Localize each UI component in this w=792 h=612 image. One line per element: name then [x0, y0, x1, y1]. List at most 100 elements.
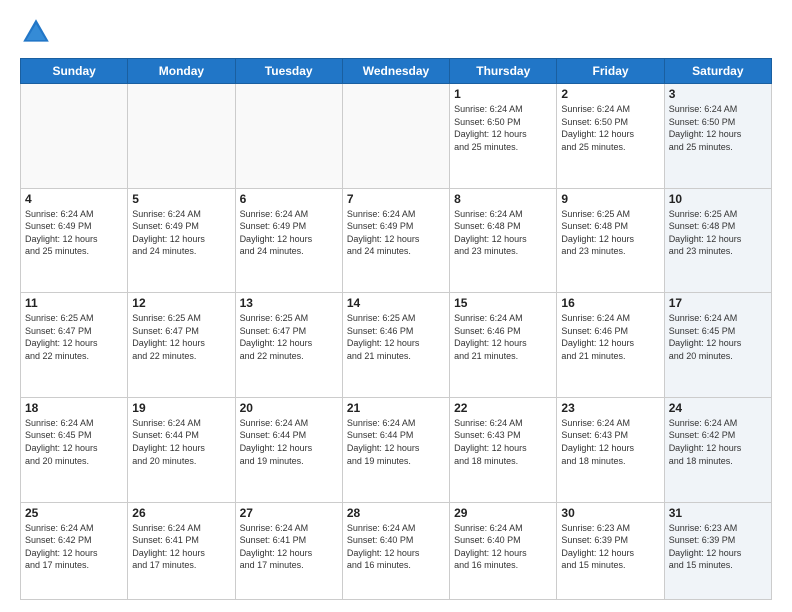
day-number: 19 — [132, 401, 230, 415]
calendar-cell: 10Sunrise: 6:25 AM Sunset: 6:48 PM Dayli… — [664, 188, 771, 293]
calendar-week-row: 25 Sunrise: 6:24 AM Sunset: 6:42 PM Dayli… — [21, 502, 772, 600]
calendar-cell: 5 Sunrise: 6:24 AM Sunset: 6:49 PM Daylig… — [128, 188, 235, 293]
calendar-cell: 11 Sunrise: 6:25 AM Sunset: 6:47 PM Dayli… — [21, 293, 128, 398]
day-number: 21 — [347, 401, 445, 415]
day-info: Sunrise: 6:25 AM Sunset: 6:47 PM Dayligh… — [25, 312, 123, 362]
day-info: Sunrise: 6:24 AM Sunset: 6:50 PM Dayligh… — [669, 103, 767, 153]
calendar-cell: 13 Sunrise: 6:25 AM Sunset: 6:47 PM Dayli… — [235, 293, 342, 398]
day-info: Sunrise: 6:25 AM Sunset: 6:47 PM Dayligh… — [132, 312, 230, 362]
calendar-cell: 16 Sunrise: 6:24 AM Sunset: 6:46 PM Dayli… — [557, 293, 664, 398]
day-number: 28 — [347, 506, 445, 520]
calendar-cell: 12 Sunrise: 6:25 AM Sunset: 6:47 PM Dayli… — [128, 293, 235, 398]
calendar-day-header: Monday — [128, 59, 235, 84]
day-number: 26 — [132, 506, 230, 520]
day-info: Sunrise: 6:24 AM Sunset: 6:43 PM Dayligh… — [561, 417, 659, 467]
day-number: 22 — [454, 401, 552, 415]
day-number: 25 — [25, 506, 123, 520]
day-info: Sunrise: 6:24 AM Sunset: 6:49 PM Dayligh… — [132, 208, 230, 258]
day-info: Sunrise: 6:24 AM Sunset: 6:44 PM Dayligh… — [132, 417, 230, 467]
day-info: Sunrise: 6:24 AM Sunset: 6:40 PM Dayligh… — [454, 522, 552, 572]
calendar-cell: 4 Sunrise: 6:24 AM Sunset: 6:49 PM Daylig… — [21, 188, 128, 293]
calendar-day-header: Tuesday — [235, 59, 342, 84]
logo — [20, 16, 56, 48]
day-number: 20 — [240, 401, 338, 415]
day-info: Sunrise: 6:25 AM Sunset: 6:46 PM Dayligh… — [347, 312, 445, 362]
calendar-cell: 30Sunrise: 6:23 AM Sunset: 6:39 PM Dayli… — [557, 502, 664, 600]
calendar-cell: 3 Sunrise: 6:24 AM Sunset: 6:50 PM Daylig… — [664, 84, 771, 189]
day-number: 16 — [561, 296, 659, 310]
calendar-table: SundayMondayTuesdayWednesdayThursdayFrid… — [20, 58, 772, 600]
calendar-day-header: Wednesday — [342, 59, 449, 84]
day-number: 11 — [25, 296, 123, 310]
calendar-day-header: Thursday — [450, 59, 557, 84]
calendar-cell: 22 Sunrise: 6:24 AM Sunset: 6:43 PM Dayli… — [450, 397, 557, 502]
calendar-cell: 14 Sunrise: 6:25 AM Sunset: 6:46 PM Dayli… — [342, 293, 449, 398]
day-info: Sunrise: 6:24 AM Sunset: 6:45 PM Dayligh… — [25, 417, 123, 467]
day-info: Sunrise: 6:23 AM Sunset: 6:39 PM Dayligh… — [669, 522, 767, 572]
header — [20, 16, 772, 48]
calendar-day-header: Sunday — [21, 59, 128, 84]
day-number: 31 — [669, 506, 767, 520]
day-info: Sunrise: 6:24 AM Sunset: 6:40 PM Dayligh… — [347, 522, 445, 572]
calendar-cell: 25 Sunrise: 6:24 AM Sunset: 6:42 PM Dayli… — [21, 502, 128, 600]
day-info: Sunrise: 6:24 AM Sunset: 6:50 PM Dayligh… — [561, 103, 659, 153]
day-number: 8 — [454, 192, 552, 206]
day-number: 10 — [669, 192, 767, 206]
day-info: Sunrise: 6:24 AM Sunset: 6:50 PM Dayligh… — [454, 103, 552, 153]
calendar-cell: 6Sunrise: 6:24 AM Sunset: 6:49 PM Daylig… — [235, 188, 342, 293]
day-number: 9 — [561, 192, 659, 206]
calendar-cell — [235, 84, 342, 189]
day-number: 12 — [132, 296, 230, 310]
day-number: 27 — [240, 506, 338, 520]
calendar-cell: 2 Sunrise: 6:24 AM Sunset: 6:50 PM Daylig… — [557, 84, 664, 189]
calendar-cell: 24 Sunrise: 6:24 AM Sunset: 6:42 PM Dayli… — [664, 397, 771, 502]
calendar-cell: 27 Sunrise: 6:24 AM Sunset: 6:41 PM Dayli… — [235, 502, 342, 600]
day-info: Sunrise: 6:24 AM Sunset: 6:46 PM Dayligh… — [561, 312, 659, 362]
calendar-cell: 26 Sunrise: 6:24 AM Sunset: 6:41 PM Dayli… — [128, 502, 235, 600]
day-info: Sunrise: 6:24 AM Sunset: 6:41 PM Dayligh… — [240, 522, 338, 572]
calendar-cell: 17Sunrise: 6:24 AM Sunset: 6:45 PM Dayli… — [664, 293, 771, 398]
calendar-week-row: 11 Sunrise: 6:25 AM Sunset: 6:47 PM Dayli… — [21, 293, 772, 398]
day-info: Sunrise: 6:23 AM Sunset: 6:39 PM Dayligh… — [561, 522, 659, 572]
day-number: 7 — [347, 192, 445, 206]
day-info: Sunrise: 6:24 AM Sunset: 6:42 PM Dayligh… — [25, 522, 123, 572]
calendar-cell: 29 Sunrise: 6:24 AM Sunset: 6:40 PM Dayli… — [450, 502, 557, 600]
calendar-cell: 15Sunrise: 6:24 AM Sunset: 6:46 PM Dayli… — [450, 293, 557, 398]
page: SundayMondayTuesdayWednesdayThursdayFrid… — [0, 0, 792, 612]
calendar-week-row: 18Sunrise: 6:24 AM Sunset: 6:45 PM Dayli… — [21, 397, 772, 502]
day-info: Sunrise: 6:24 AM Sunset: 6:44 PM Dayligh… — [240, 417, 338, 467]
calendar-cell — [342, 84, 449, 189]
day-info: Sunrise: 6:24 AM Sunset: 6:44 PM Dayligh… — [347, 417, 445, 467]
calendar-cell — [128, 84, 235, 189]
calendar-cell: 23 Sunrise: 6:24 AM Sunset: 6:43 PM Dayli… — [557, 397, 664, 502]
day-number: 14 — [347, 296, 445, 310]
day-info: Sunrise: 6:24 AM Sunset: 6:45 PM Dayligh… — [669, 312, 767, 362]
calendar-cell: 8 Sunrise: 6:24 AM Sunset: 6:48 PM Daylig… — [450, 188, 557, 293]
day-info: Sunrise: 6:24 AM Sunset: 6:48 PM Dayligh… — [454, 208, 552, 258]
day-info: Sunrise: 6:24 AM Sunset: 6:49 PM Dayligh… — [240, 208, 338, 258]
day-number: 29 — [454, 506, 552, 520]
calendar-cell: 1Sunrise: 6:24 AM Sunset: 6:50 PM Daylig… — [450, 84, 557, 189]
day-info: Sunrise: 6:25 AM Sunset: 6:47 PM Dayligh… — [240, 312, 338, 362]
day-number: 2 — [561, 87, 659, 101]
calendar-cell: 31 Sunrise: 6:23 AM Sunset: 6:39 PM Dayli… — [664, 502, 771, 600]
day-number: 23 — [561, 401, 659, 415]
calendar-day-header: Friday — [557, 59, 664, 84]
calendar-week-row: 4 Sunrise: 6:24 AM Sunset: 6:49 PM Daylig… — [21, 188, 772, 293]
calendar-week-row: 1Sunrise: 6:24 AM Sunset: 6:50 PM Daylig… — [21, 84, 772, 189]
day-number: 5 — [132, 192, 230, 206]
day-number: 3 — [669, 87, 767, 101]
calendar-cell: 20 Sunrise: 6:24 AM Sunset: 6:44 PM Dayli… — [235, 397, 342, 502]
day-number: 4 — [25, 192, 123, 206]
day-info: Sunrise: 6:24 AM Sunset: 6:49 PM Dayligh… — [25, 208, 123, 258]
day-info: Sunrise: 6:24 AM Sunset: 6:49 PM Dayligh… — [347, 208, 445, 258]
day-info: Sunrise: 6:24 AM Sunset: 6:43 PM Dayligh… — [454, 417, 552, 467]
day-info: Sunrise: 6:24 AM Sunset: 6:42 PM Dayligh… — [669, 417, 767, 467]
calendar-cell: 21 Sunrise: 6:24 AM Sunset: 6:44 PM Dayli… — [342, 397, 449, 502]
day-info: Sunrise: 6:24 AM Sunset: 6:41 PM Dayligh… — [132, 522, 230, 572]
day-number: 13 — [240, 296, 338, 310]
calendar-cell: 19 Sunrise: 6:24 AM Sunset: 6:44 PM Dayli… — [128, 397, 235, 502]
calendar-day-header: Saturday — [664, 59, 771, 84]
logo-icon — [20, 16, 52, 48]
day-number: 24 — [669, 401, 767, 415]
